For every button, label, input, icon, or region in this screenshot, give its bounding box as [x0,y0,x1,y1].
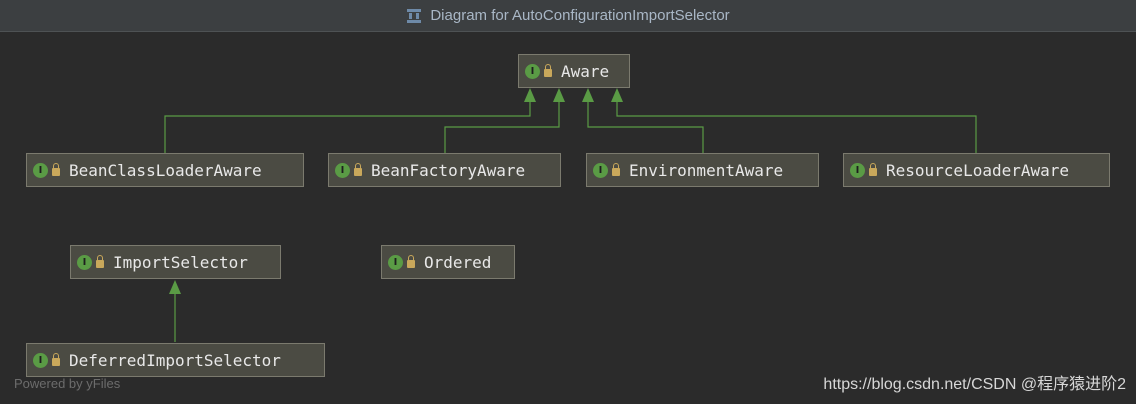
interface-icon: I [77,254,92,270]
interface-icon: I [33,352,48,368]
node-aware[interactable]: I Aware [518,54,630,88]
lock-icon [52,353,60,366]
node-label: ResourceLoaderAware [886,160,1070,180]
node-deferred-import-selector[interactable]: I DeferredImportSelector [26,343,325,377]
lock-icon [869,163,877,176]
window-titlebar: Diagram for AutoConfigurationImportSelec… [0,0,1136,32]
arrowhead [524,88,536,102]
interface-icon: I [850,162,865,178]
lock-icon [96,255,104,268]
node-environment-aware[interactable]: I EnvironmentAware [586,153,819,187]
interface-icon: I [593,162,608,178]
node-import-selector[interactable]: I ImportSelector [70,245,281,279]
node-label: Aware [561,61,610,81]
interface-icon: I [388,254,403,270]
node-label: DeferredImportSelector [69,350,281,370]
node-ordered[interactable]: I Ordered [381,245,515,279]
lock-icon [52,163,60,176]
lock-icon [544,64,552,77]
edge-beanfactoryaware-aware [444,94,560,153]
edge-resourceloaderaware-aware [616,94,977,153]
node-label: ImportSelector [113,252,248,272]
node-label: Ordered [424,252,492,272]
powered-by-label: Powered by yFiles [14,376,121,391]
lock-icon [407,255,415,268]
diagram-canvas[interactable]: I Aware I BeanClassLoaderAware I BeanFac… [0,32,1136,404]
lock-icon [354,163,362,176]
edge-beanclassloaderaware-aware [164,94,531,153]
arrowhead [169,280,181,294]
node-resource-loader-aware[interactable]: I ResourceLoaderAware [843,153,1110,187]
node-label: BeanFactoryAware [371,160,526,180]
edge-environmentaware-aware [587,94,704,153]
lock-icon [612,163,620,176]
node-bean-factory-aware[interactable]: I BeanFactoryAware [328,153,561,187]
watermark: https://blog.csdn.net/CSDN @程序猿进阶2 [823,376,1126,393]
interface-icon: I [33,162,48,178]
arrowhead [553,88,565,102]
interface-icon: I [525,63,540,79]
node-label: EnvironmentAware [629,160,784,180]
window-title: Diagram for AutoConfigurationImportSelec… [430,7,730,24]
arrowhead [582,88,594,102]
arrowhead [611,88,623,102]
node-bean-class-loader-aware[interactable]: I BeanClassLoaderAware [26,153,304,187]
interface-icon: I [335,162,350,178]
node-label: BeanClassLoaderAware [69,160,262,180]
diagram-icon [407,8,422,23]
